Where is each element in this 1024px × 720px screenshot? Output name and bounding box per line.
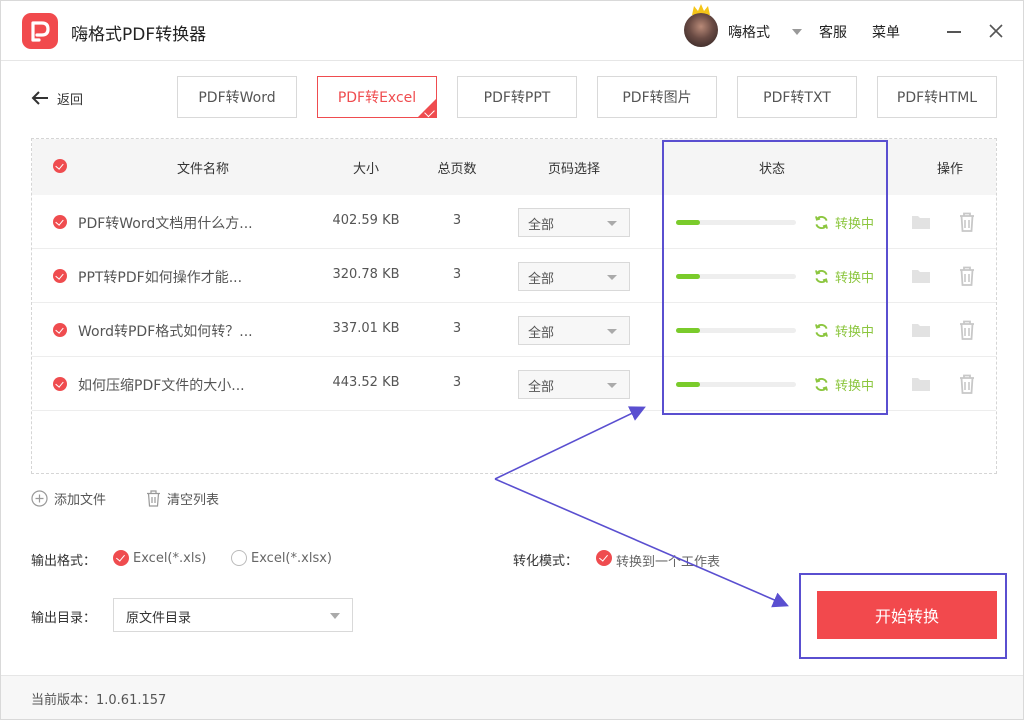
tab-label: PDF转Word [198,90,276,106]
file-pages: 3 [452,267,462,282]
file-name: PPT转PDF如何操作才能... [78,270,243,286]
convert-mode-radio[interactable] [596,550,612,566]
trash-icon[interactable] [958,212,976,232]
trash-icon [147,489,160,507]
file-pages: 3 [452,321,462,336]
version-text: 当前版本：1.0.61.157 [31,693,167,708]
tab-pdf-to-word[interactable]: PDF转Word [177,76,297,118]
folder-icon[interactable] [911,322,931,338]
tab-pdf-to-image[interactable]: PDF转图片 [597,76,717,118]
page-select-value: 全部 [528,326,555,341]
tab-label: PDF转TXT [763,90,831,106]
app-logo-icon [22,13,58,49]
row-checkbox[interactable] [53,215,67,229]
arrow-left-icon [31,91,48,105]
tab-label: PDF转PPT [483,90,551,106]
output-dir-dropdown[interactable]: 原文件目录 [113,598,353,632]
file-name: PDF转Word文档用什么方... [78,216,253,232]
chevron-down-icon [607,275,617,280]
status-bar: 当前版本：1.0.61.157 [1,675,1023,719]
convert-mode-value[interactable]: 转换到一个工作表 [616,551,720,570]
tab-pdf-to-excel[interactable]: PDF转Excel [317,76,437,118]
output-format-label: 输出格式： [31,554,97,569]
column-header-size: 大小 [352,162,379,177]
file-size: 402.59 KB [332,213,400,228]
format-xlsx-radio[interactable] [231,550,247,566]
menu-link[interactable]: 菜单 [872,22,900,42]
minimize-icon[interactable] [947,31,961,33]
row-checkbox[interactable] [53,269,67,283]
convert-mode-label: 转化模式： [513,554,579,569]
page-select-value: 全部 [528,380,555,395]
page-select-dropdown[interactable]: 全部 [518,208,630,237]
trash-icon[interactable] [958,320,976,340]
select-all-checkbox[interactable] [53,159,67,173]
page-select-dropdown[interactable]: 全部 [518,370,630,399]
avatar[interactable] [684,13,718,47]
clear-list-label: 清空列表 [167,492,220,508]
add-file-button[interactable]: 添加文件 [31,488,106,508]
file-pages: 3 [452,213,462,228]
page-select-value: 全部 [528,218,555,233]
add-file-label: 添加文件 [54,492,107,508]
close-icon[interactable] [987,22,1005,40]
column-header-actions: 操作 [936,162,963,177]
tab-label: PDF转图片 [622,90,692,106]
page-select-dropdown[interactable]: 全部 [518,316,630,345]
tab-label: PDF转HTML [896,90,978,106]
tab-pdf-to-txt[interactable]: PDF转TXT [737,76,857,118]
folder-icon[interactable] [911,214,931,230]
trash-icon[interactable] [958,266,976,286]
column-header-pages: 总页数 [437,162,477,177]
start-button-highlight-box [799,573,1007,659]
title-bar: 嗨格式PDF转换器 嗨格式 客服 菜单 [1,1,1023,61]
chevron-down-icon [330,613,340,619]
file-size: 337.01 KB [332,321,400,336]
chevron-down-icon[interactable] [792,29,802,35]
plus-circle-icon [31,489,48,507]
row-checkbox[interactable] [53,323,67,337]
app-title: 嗨格式PDF转换器 [71,25,207,45]
column-header-name: 文件名称 [176,162,229,177]
file-pages: 3 [452,375,462,390]
user-name[interactable]: 嗨格式 [728,22,770,42]
app-window: 嗨格式PDF转换器 嗨格式 客服 菜单 返回 PDF转Word PDF转Exce… [0,0,1024,720]
page-select-value: 全部 [528,272,555,287]
folder-icon[interactable] [911,376,931,392]
output-dir-value: 原文件目录 [126,611,192,626]
tab-pdf-to-html[interactable]: PDF转HTML [877,76,997,118]
tab-pdf-to-ppt[interactable]: PDF转PPT [457,76,577,118]
back-button[interactable]: 返回 [31,87,83,109]
file-size: 320.78 KB [332,267,400,282]
chevron-down-icon [607,329,617,334]
arrow-to-start-button [494,478,789,608]
format-xls-radio[interactable] [113,550,129,566]
chevron-down-icon [607,383,617,388]
format-xls-label[interactable]: Excel(*.xls) [133,551,206,566]
back-label: 返回 [57,92,84,108]
clear-list-button[interactable]: 清空列表 [146,488,219,508]
folder-icon[interactable] [911,268,931,284]
column-header-page-select: 页码选择 [547,162,600,177]
trash-icon[interactable] [958,374,976,394]
tab-label: PDF转Excel [337,90,417,106]
status-highlight-box [662,140,888,415]
row-checkbox[interactable] [53,377,67,391]
page-select-dropdown[interactable]: 全部 [518,262,630,291]
file-name: Word转PDF格式如何转？... [78,324,253,340]
file-size: 443.52 KB [332,375,400,390]
chevron-down-icon [607,221,617,226]
file-name: 如何压缩PDF文件的大小... [78,378,245,394]
format-xlsx-label[interactable]: Excel(*.xlsx) [251,551,332,566]
output-dir-label: 输出目录： [31,611,97,626]
customer-service-link[interactable]: 客服 [819,22,847,42]
